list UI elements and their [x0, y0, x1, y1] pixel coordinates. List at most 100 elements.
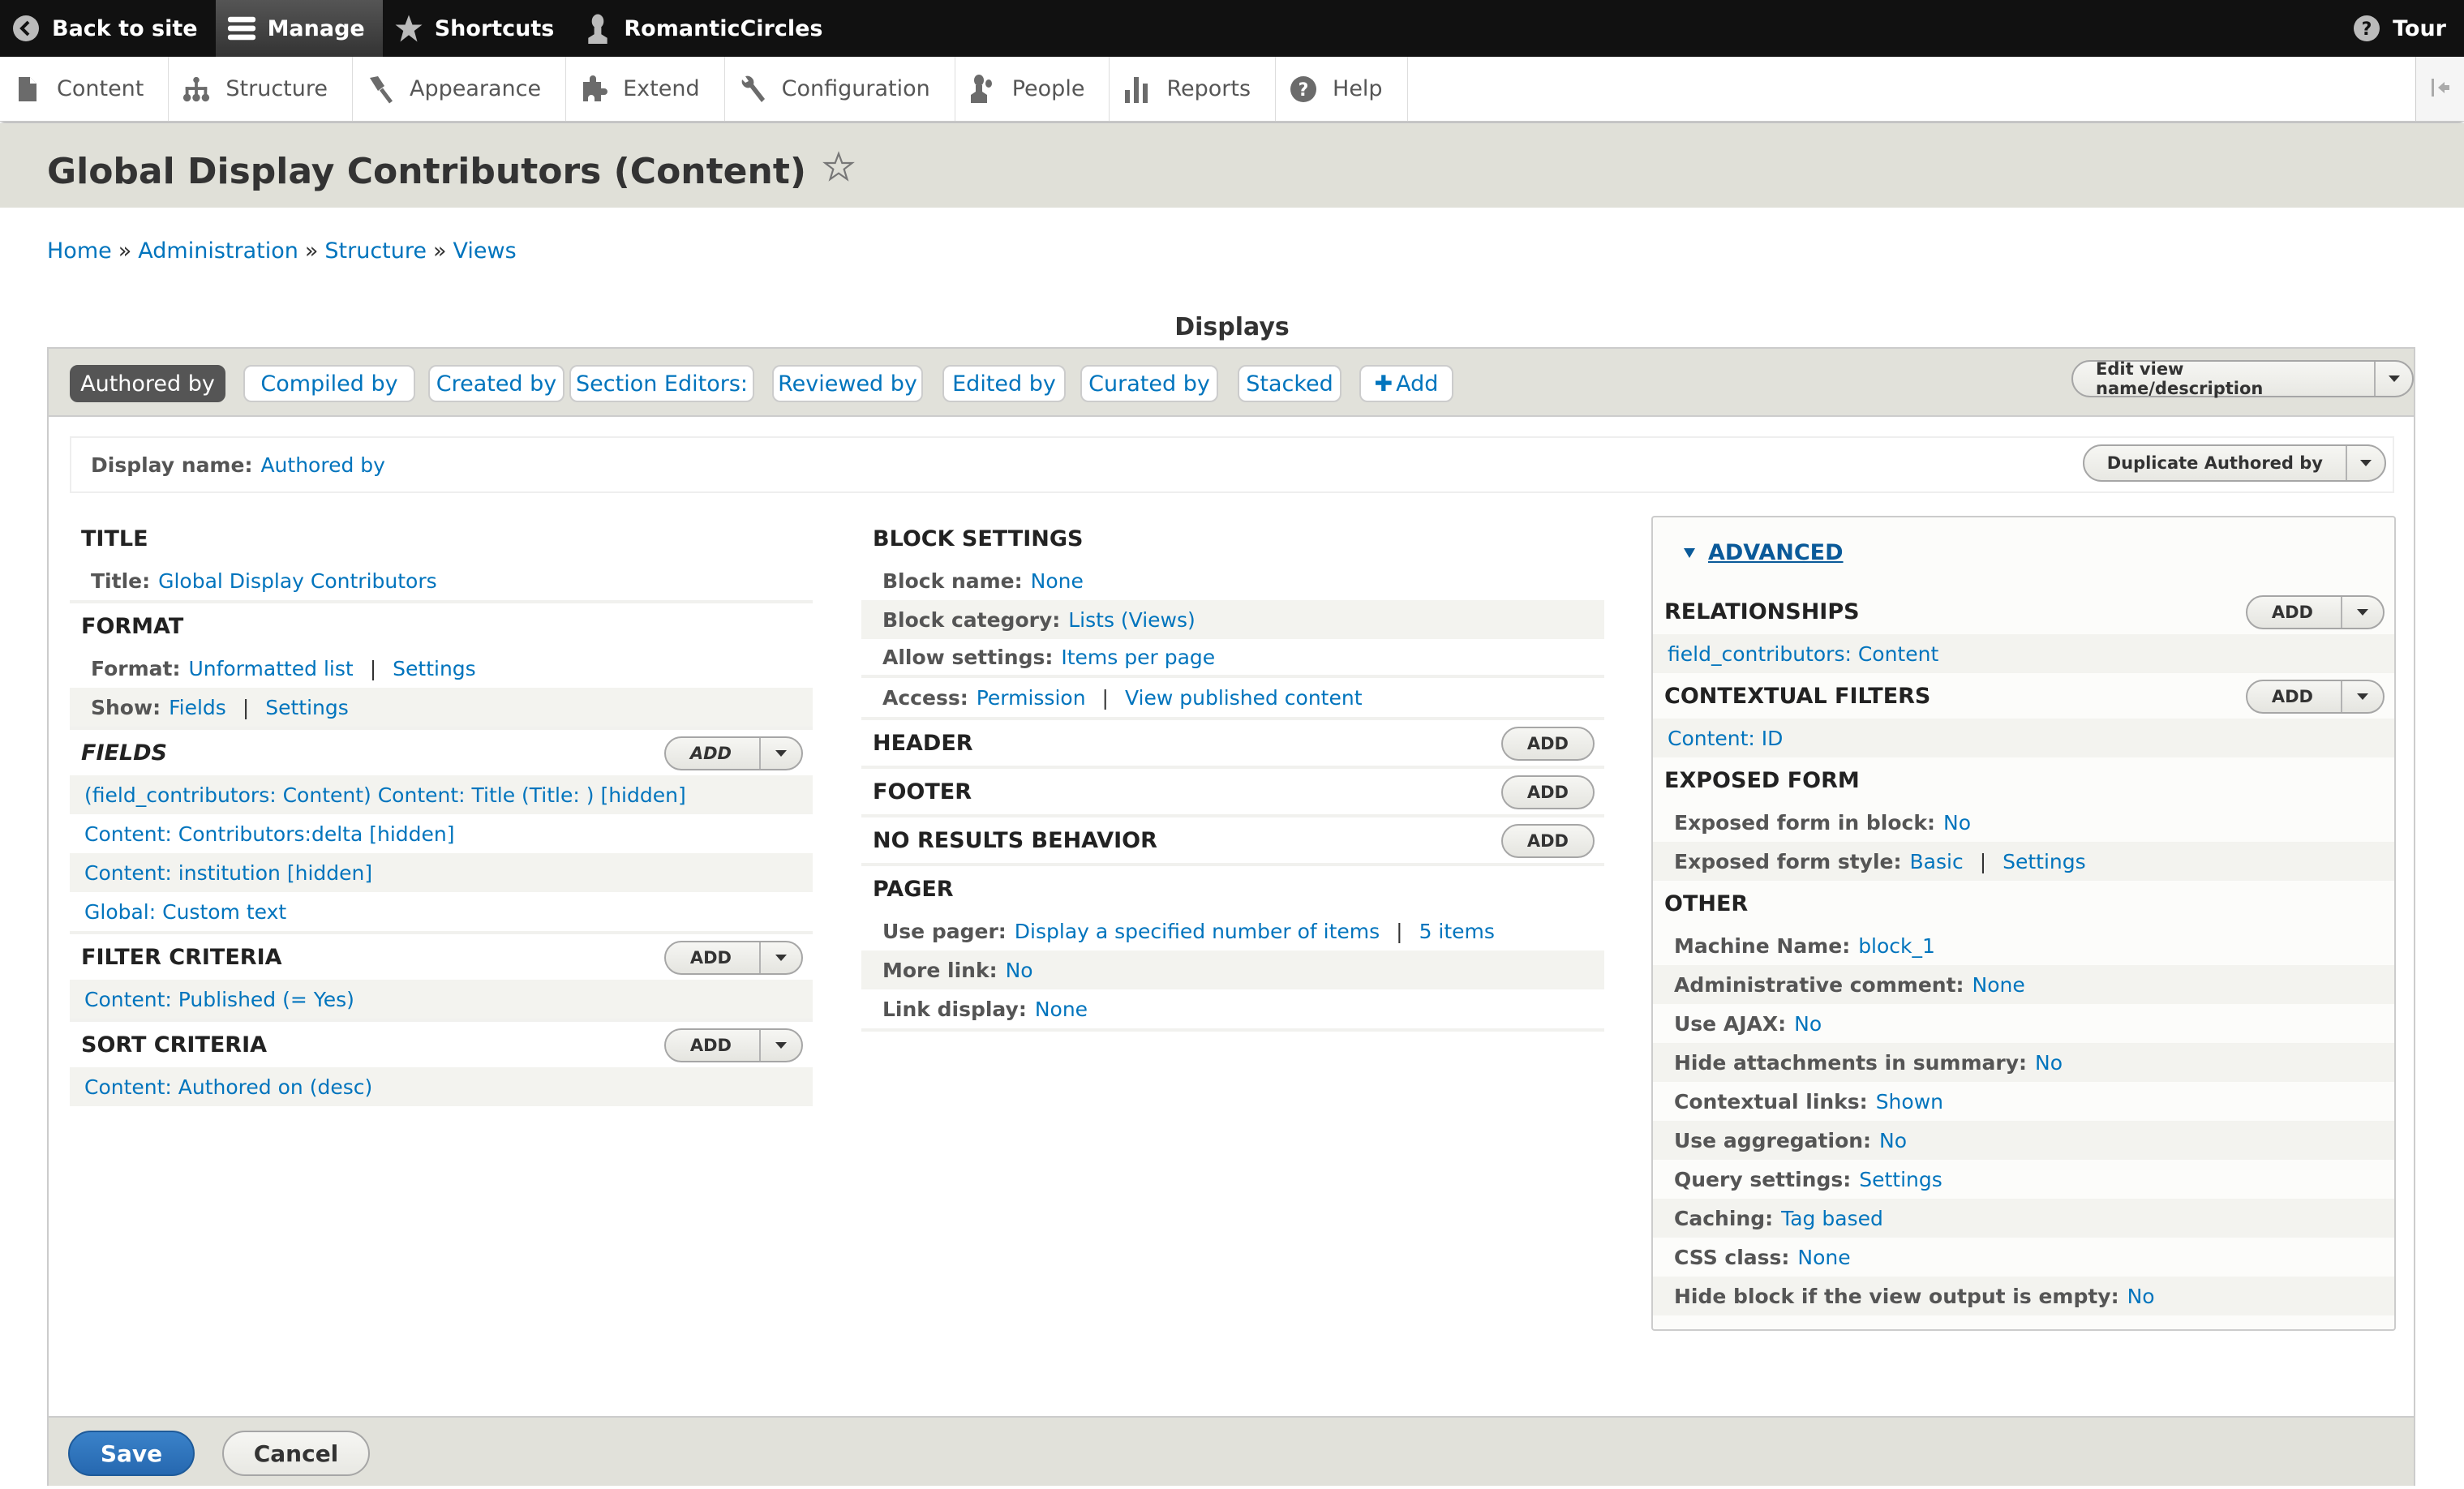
edit-view-name-button[interactable]: Edit view name/description [2073, 359, 2376, 398]
tab-compiled-by[interactable]: Compiled by [243, 365, 415, 402]
tray-item-reports[interactable]: Reports [1110, 57, 1277, 121]
contextual-add-button[interactable]: Add [2247, 681, 2342, 712]
show-settings-link[interactable]: Settings [265, 696, 349, 719]
admin-comment-link[interactable]: None [1972, 973, 2025, 997]
exposed-settings-link[interactable]: Settings [2003, 850, 2086, 873]
cancel-button[interactable]: Cancel [222, 1431, 370, 1476]
sort-add-toggle[interactable] [761, 1030, 801, 1061]
tab-reviewed-by[interactable]: Reviewed by [772, 365, 923, 402]
field-link[interactable]: (field_contributors: Content) Content: T… [84, 783, 686, 807]
caching-link[interactable]: Tag based [1781, 1207, 1883, 1230]
show-value-link[interactable]: Fields [169, 696, 226, 719]
css-class-link[interactable]: None [1797, 1246, 1850, 1269]
use-pager-link[interactable]: Display a specified number of items [1015, 920, 1380, 943]
back-to-site-label: Back to site [52, 15, 198, 41]
advanced-toggle[interactable]: Advanced [1684, 540, 1844, 565]
use-aggregation-link[interactable]: No [1879, 1129, 1907, 1152]
machine-name-link[interactable]: block_1 [1858, 934, 1935, 958]
tab-created-by[interactable]: Created by [428, 365, 564, 402]
block-category-link[interactable]: Lists (Views) [1068, 608, 1196, 632]
paintbrush-icon [366, 75, 395, 104]
field-link[interactable]: Global: Custom text [84, 900, 286, 924]
fields-add-toggle[interactable] [761, 738, 801, 769]
more-link-value[interactable]: No [1006, 959, 1033, 982]
tray-item-people[interactable]: People [955, 57, 1110, 121]
sort-add-button[interactable]: Add [666, 1030, 761, 1061]
shortcut-star-icon[interactable] [822, 151, 855, 192]
contextual-add-toggle[interactable] [2342, 681, 2383, 712]
filter-link[interactable]: Content: Published (= Yes) [84, 988, 354, 1011]
tray-item-configuration[interactable]: Configuration [725, 57, 955, 121]
hide-attachments-link[interactable]: No [2035, 1051, 2063, 1075]
items-count-link[interactable]: 5 items [1419, 920, 1495, 943]
tray-item-help[interactable]: ? Help [1276, 57, 1408, 121]
duplicate-dropdown-toggle[interactable] [2347, 446, 2385, 480]
other-row: CSS class: None [1653, 1238, 2394, 1277]
relationships-add-button[interactable]: Add [2247, 597, 2342, 628]
tray-item-structure[interactable]: Structure [169, 57, 353, 121]
section-heading: Other [1664, 890, 1749, 916]
tab-stacked[interactable]: Stacked [1238, 365, 1341, 402]
hide-block-empty-link[interactable]: No [2127, 1285, 2155, 1308]
format-value-link[interactable]: Unformatted list [188, 657, 353, 680]
exposed-in-block-link[interactable]: No [1943, 811, 1971, 835]
block-name-row: Block name: None [861, 561, 1604, 600]
save-button[interactable]: Save [68, 1431, 195, 1476]
shortcuts-label: Shortcuts [434, 15, 555, 41]
breadcrumb-administration[interactable]: Administration [138, 238, 298, 264]
bar-chart-icon [1123, 75, 1152, 104]
contextual-link[interactable]: Content: ID [1668, 727, 1783, 750]
breadcrumb-structure[interactable]: Structure [324, 238, 427, 264]
back-to-site-link[interactable]: Back to site [0, 0, 216, 57]
tray-item-appearance[interactable]: Appearance [353, 57, 567, 121]
relationships-add-toggle[interactable] [2342, 597, 2383, 628]
field-link[interactable]: Content: Contributors:delta [hidden] [84, 822, 454, 846]
breadcrumb-views[interactable]: Views [453, 238, 517, 264]
tab-edited-by[interactable]: Edited by [942, 365, 1066, 402]
help-icon: ? [1289, 75, 1318, 104]
format-settings-link[interactable]: Settings [393, 657, 476, 680]
tab-section-editors[interactable]: Section Editors: [569, 365, 754, 402]
collapse-tray-button[interactable] [2415, 57, 2464, 121]
filter-add-button[interactable]: Add [666, 942, 761, 973]
display-name-label: Display name: [91, 453, 253, 477]
section-heading: Sort criteria Add [70, 1022, 813, 1067]
link-display-value[interactable]: None [1035, 998, 1088, 1021]
header-add-button[interactable]: Add [1500, 727, 1595, 761]
add-display-label: Add [1396, 371, 1439, 397]
exposed-style-link[interactable]: Basic [1910, 850, 1964, 873]
tab-authored-by[interactable]: Authored by [70, 365, 225, 402]
duplicate-display-button[interactable]: Duplicate Authored by [2084, 446, 2347, 480]
block-name-link[interactable]: None [1031, 569, 1084, 593]
add-display-button[interactable]: ✚ Add [1359, 365, 1453, 402]
sort-add-dropbutton: Add [663, 1028, 803, 1062]
contextual-links-link[interactable]: Shown [1876, 1090, 1943, 1114]
fields-add-button[interactable]: Add [666, 738, 761, 769]
pipe-divider: | [242, 695, 250, 719]
tab-curated-by[interactable]: Curated by [1080, 365, 1218, 402]
no-results-add-button[interactable]: Add [1500, 824, 1595, 858]
collapse-arrow-icon [2428, 75, 2453, 103]
footer-add-button[interactable]: Add [1500, 775, 1595, 809]
relationships-add-dropbutton: Add [2245, 595, 2385, 629]
tray-item-content[interactable]: Content [0, 57, 170, 121]
display-name-link[interactable]: Authored by [260, 453, 384, 477]
breadcrumb-home[interactable]: Home [47, 238, 112, 264]
manage-tab[interactable]: Manage [215, 0, 383, 57]
access-detail-link[interactable]: View published content [1125, 686, 1363, 710]
allow-settings-link[interactable]: Items per page [1061, 646, 1215, 669]
field-link[interactable]: Content: institution [hidden] [84, 861, 372, 885]
section-heading: Title [81, 526, 148, 551]
use-ajax-link[interactable]: No [1794, 1012, 1822, 1036]
tour-button[interactable]: ? Tour [2341, 0, 2464, 57]
shortcuts-tab[interactable]: Shortcuts [383, 0, 573, 57]
user-tab[interactable]: RomanticCircles [572, 0, 840, 57]
edit-view-dropdown-toggle[interactable] [2376, 362, 2412, 396]
relationship-link[interactable]: field_contributors: Content [1668, 642, 1938, 666]
filter-add-toggle[interactable] [761, 942, 801, 973]
title-value-link[interactable]: Global Display Contributors [158, 569, 437, 593]
access-permission-link[interactable]: Permission [977, 686, 1086, 710]
tray-item-extend[interactable]: Extend [566, 57, 725, 121]
query-settings-link[interactable]: Settings [1859, 1168, 1942, 1191]
sort-link[interactable]: Content: Authored on (desc) [84, 1075, 372, 1099]
